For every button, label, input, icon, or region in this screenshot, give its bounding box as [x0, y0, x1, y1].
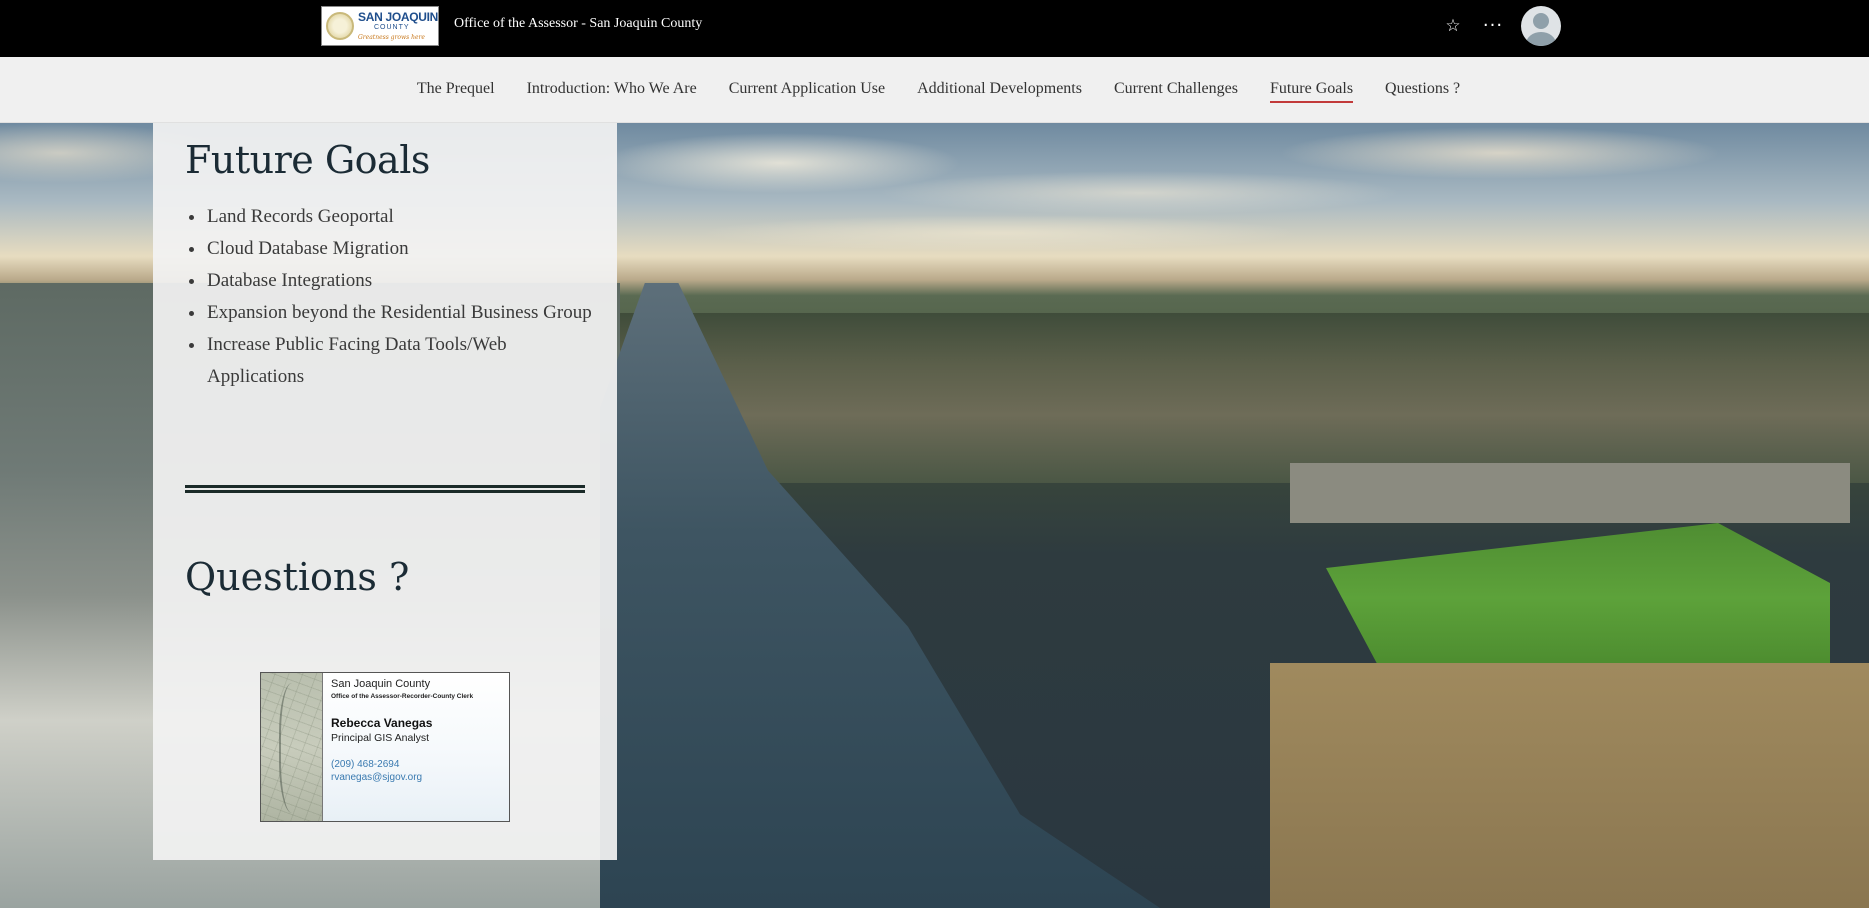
business-card-title: Principal GIS Analyst [331, 732, 430, 744]
nav-item-future-goals[interactable]: Future Goals [1269, 80, 1354, 103]
goal-item: Increase Public Facing Data Tools/Web Ap… [175, 329, 595, 393]
nav-item-current-application-use[interactable]: Current Application Use [729, 80, 885, 101]
future-goals-list: Land Records Geoportal Cloud Database Mi… [175, 201, 595, 393]
nav-item-the-prequel[interactable]: The Prequel [417, 80, 495, 101]
questions-heading: Questions ? [185, 555, 410, 599]
business-card-name: Rebecca Vanegas [331, 716, 433, 730]
business-card-map-graphic [261, 673, 323, 821]
logo-tagline: Greatness grows here [358, 34, 425, 41]
goal-item: Land Records Geoportal [175, 201, 595, 233]
section-divider [185, 485, 585, 493]
photo-dirt-lot [1270, 663, 1869, 908]
section-navbar: The Prequel Introduction: Who We Are Cur… [0, 57, 1869, 123]
business-card-org: San Joaquin County [331, 678, 431, 690]
nav-item-current-challenges[interactable]: Current Challenges [1114, 80, 1238, 101]
county-seal-icon [326, 12, 354, 40]
nav-item-introduction[interactable]: Introduction: Who We Are [527, 80, 697, 101]
top-header: SAN JOAQUIN COUNTY Greatness grows here … [0, 0, 1869, 57]
future-goals-heading: Future Goals [185, 138, 430, 182]
avatar-head-shape [1533, 13, 1549, 29]
user-avatar[interactable] [1521, 6, 1561, 46]
goal-item: Database Integrations [175, 265, 595, 297]
photo-skyline [620, 313, 1869, 483]
content-card: Future Goals Land Records Geoportal Clou… [153, 123, 617, 860]
county-logo[interactable]: SAN JOAQUIN COUNTY Greatness grows here [321, 6, 439, 46]
nav-item-questions[interactable]: Questions ? [1385, 80, 1460, 101]
business-card-email: rvanegas@sjgov.org [331, 772, 423, 783]
goal-item: Cloud Database Migration [175, 233, 595, 265]
site-title[interactable]: Office of the Assessor - San Joaquin Cou… [454, 16, 702, 32]
photo-stadium [1290, 463, 1850, 523]
nav-item-additional-developments[interactable]: Additional Developments [917, 80, 1082, 101]
goal-item: Expansion beyond the Residential Busines… [175, 297, 595, 329]
logo-line2: COUNTY [374, 24, 410, 31]
photo-baseball-field [1326, 523, 1830, 673]
more-options-icon[interactable]: ··· [1479, 14, 1507, 38]
logo-line1: SAN JOAQUIN [358, 10, 439, 24]
business-card-image[interactable]: San Joaquin County Office of the Assesso… [260, 672, 510, 822]
nav-list: The Prequel Introduction: Who We Are Cur… [0, 57, 1869, 123]
star-icon[interactable]: ☆ [1441, 14, 1465, 38]
business-card-department: Office of the Assessor-Recorder-County C… [331, 693, 474, 700]
avatar-body-shape [1526, 32, 1556, 46]
business-card-phone: (209) 468-2694 [331, 759, 400, 770]
